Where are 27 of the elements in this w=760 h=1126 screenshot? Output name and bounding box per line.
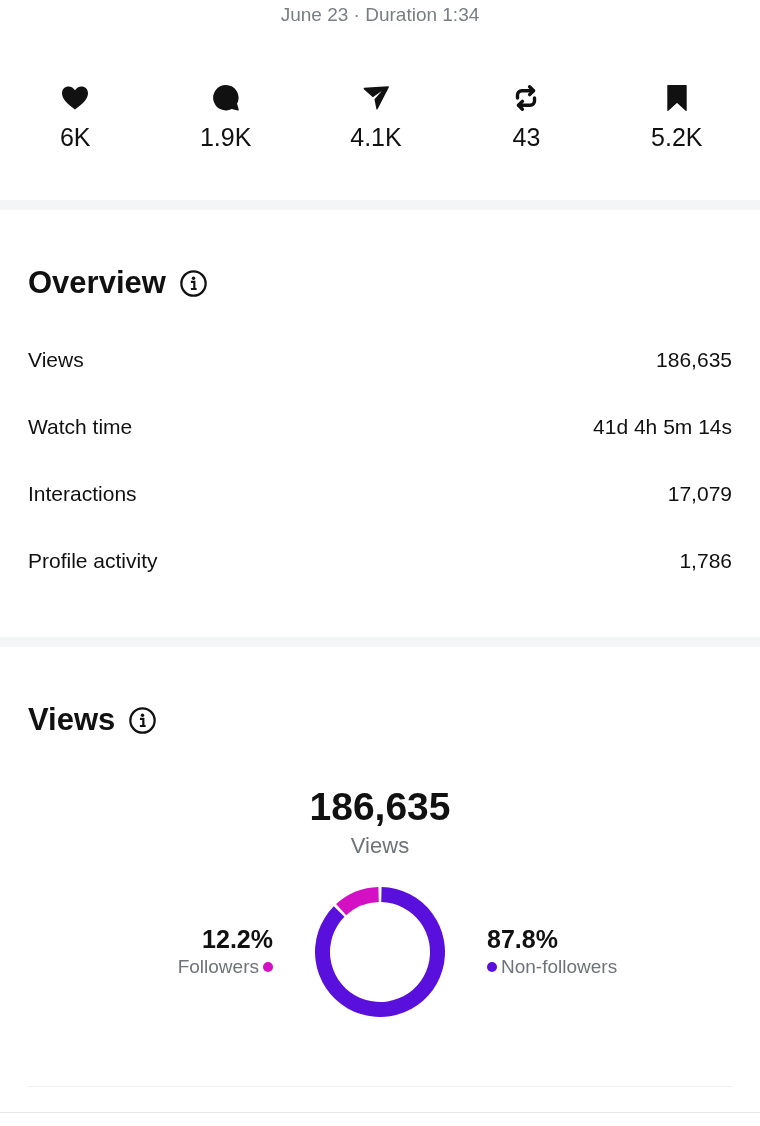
stat-count: 6K [59, 123, 91, 151]
stat-count: 5.2K [651, 123, 703, 151]
legend-label: Non-followers [501, 955, 618, 979]
metric-label: Interactions [28, 480, 137, 507]
metric-value: 17,079 [667, 480, 732, 507]
stat-count: 1.9K [199, 123, 252, 151]
metric-value: 1,786 [679, 547, 732, 574]
info-icon[interactable] [129, 706, 157, 734]
paper-plane-icon [363, 85, 389, 111]
stat-count: 4.1K [350, 123, 402, 151]
info-icon[interactable] [179, 269, 207, 297]
percent-value: 12.2% [202, 924, 273, 954]
total-label: Views [350, 833, 410, 859]
section-title: Views [28, 702, 116, 738]
legend-label: Followers [177, 955, 259, 979]
stat-count: 43 [512, 123, 541, 151]
percent-value: 87.8% [487, 924, 558, 954]
metric-label: Profile activity [28, 547, 158, 574]
heart-icon [62, 85, 89, 111]
post-meta: June 23 · Duration 1:34 [280, 3, 480, 27]
total-views: 186,635 [309, 785, 451, 829]
metric-value: 186,635 [656, 346, 732, 373]
metric-label: Watch time [28, 413, 133, 440]
section-title: Overview [28, 265, 166, 301]
metric-label: Views [28, 346, 84, 373]
metric-value: 41d 4h 5m 14s [593, 413, 732, 440]
speech-bubble-icon [212, 85, 239, 111]
